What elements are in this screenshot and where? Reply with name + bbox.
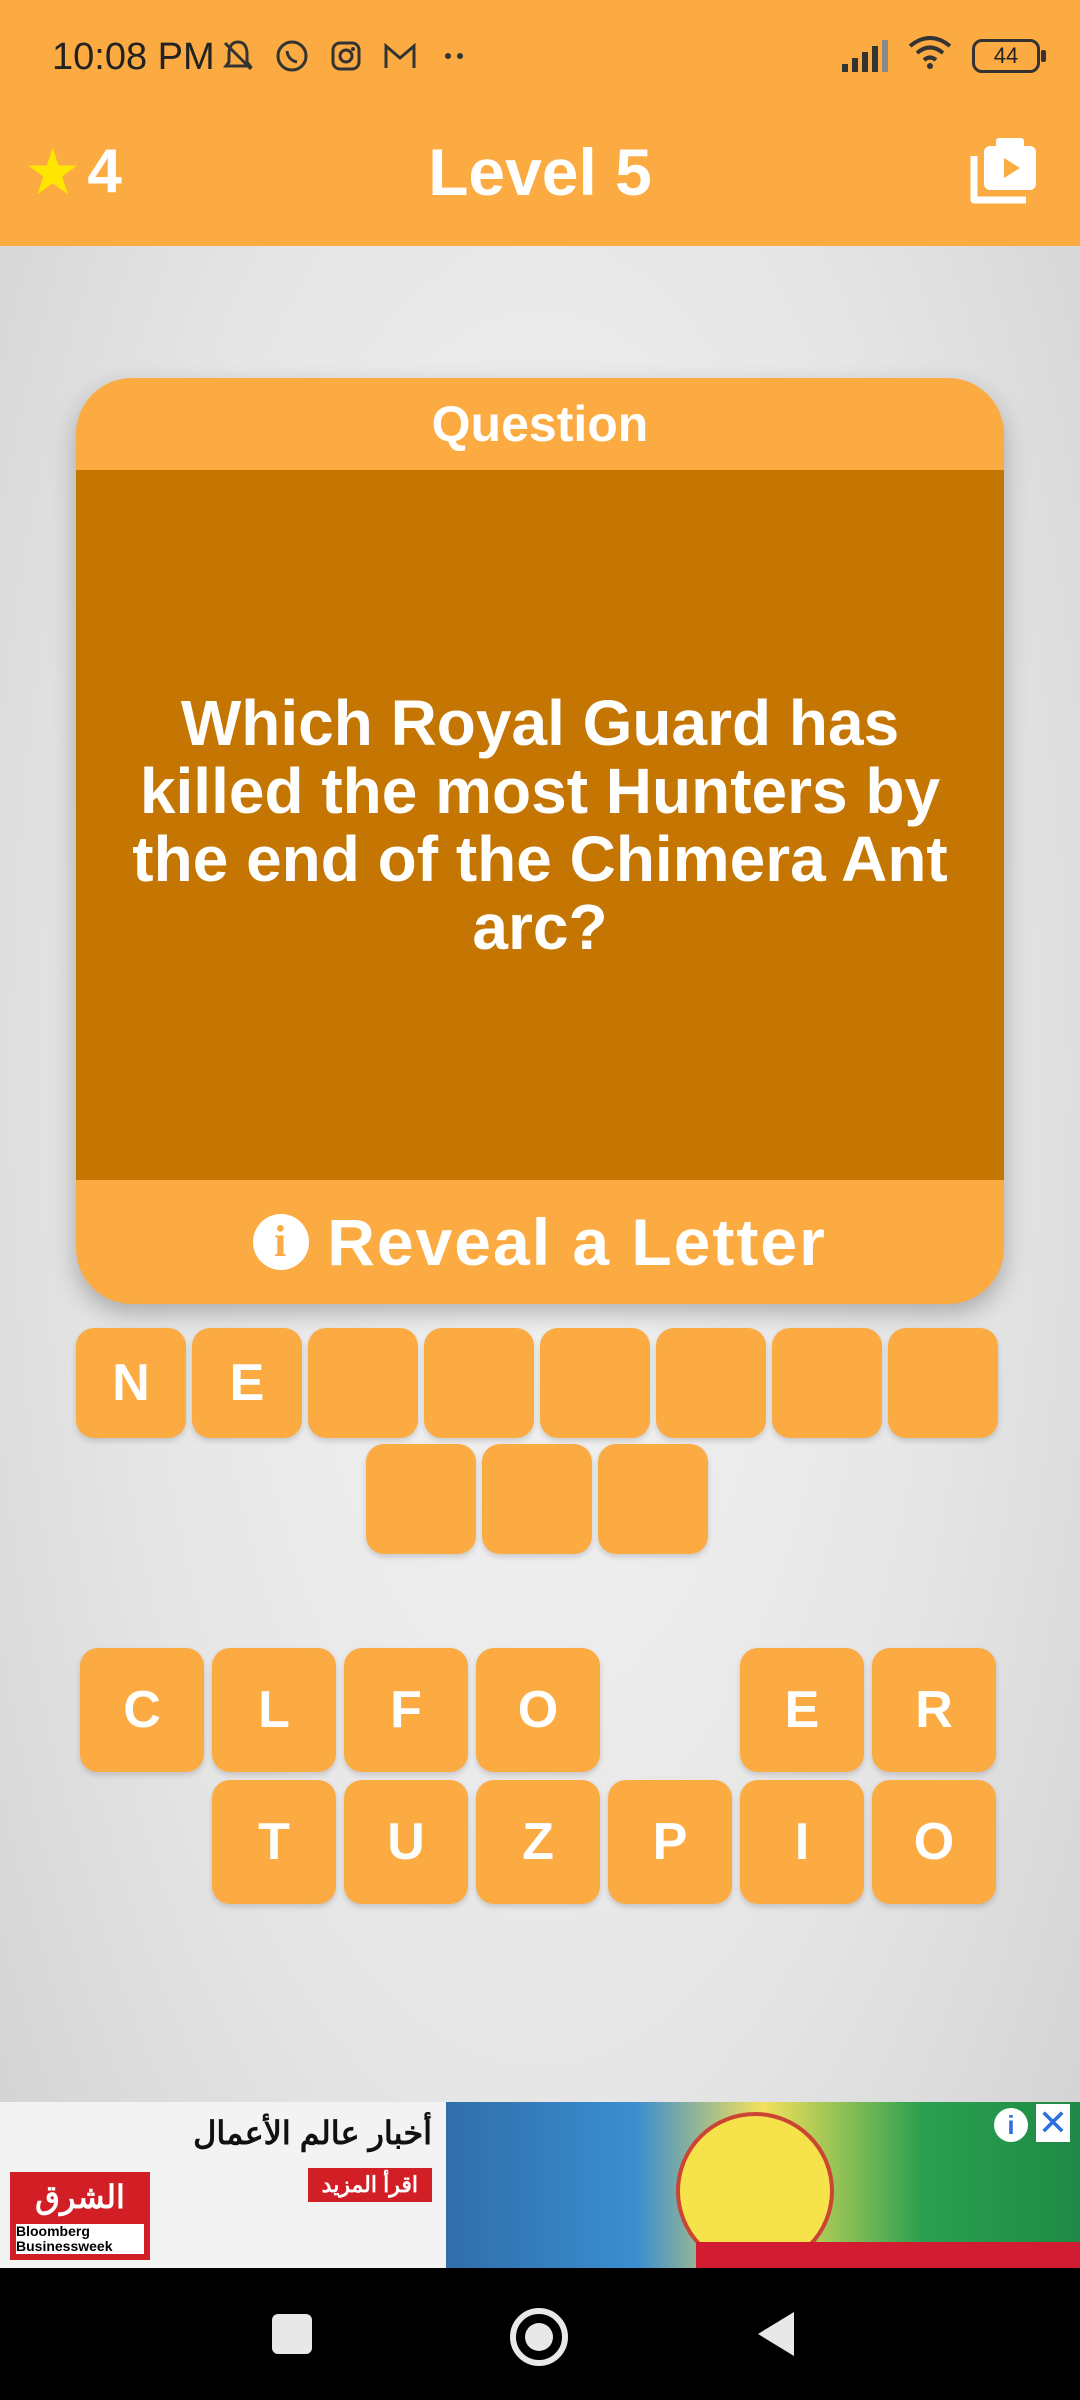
info-icon: i xyxy=(253,1214,310,1270)
answer-slot[interactable] xyxy=(540,1328,650,1438)
letter-key[interactable]: L xyxy=(212,1648,336,1772)
signal-icon xyxy=(842,39,888,72)
home-button[interactable] xyxy=(510,2308,568,2366)
recents-button[interactable] xyxy=(272,2314,312,2354)
letter-key[interactable]: R xyxy=(872,1648,996,1772)
letter-key[interactable]: F xyxy=(344,1648,468,1772)
letter-key[interactable]: P xyxy=(608,1780,732,1904)
ad-logo-sub: Bloomberg Businessweek xyxy=(16,2224,144,2254)
ad-logo-text: الشرق xyxy=(35,2179,125,2215)
answer-slot[interactable] xyxy=(888,1328,998,1438)
reveal-letter-button[interactable]: i Reveal a Letter xyxy=(76,1180,1004,1304)
share-video-button[interactable] xyxy=(960,130,1040,210)
answer-slot[interactable]: E xyxy=(192,1328,302,1438)
ad-info-icon[interactable]: i xyxy=(994,2108,1028,2142)
letter-key[interactable]: T xyxy=(212,1780,336,1904)
letter-key[interactable]: C xyxy=(80,1648,204,1772)
top-bar: 10:08 PM 44 ★ 4 Level 5 xyxy=(0,0,1080,246)
ad-cta-button[interactable]: اقرأ المزيد xyxy=(307,2168,432,2202)
letter-key[interactable]: Z xyxy=(476,1780,600,1904)
question-text: Which Royal Guard has killed the most Hu… xyxy=(132,687,948,963)
back-button[interactable] xyxy=(758,2312,794,2356)
notification-icons xyxy=(220,38,472,74)
letter-key[interactable]: U xyxy=(344,1780,468,1904)
card-header: Question xyxy=(431,396,649,452)
answer-slot[interactable] xyxy=(656,1328,766,1438)
answer-slot[interactable] xyxy=(424,1328,534,1438)
letter-key[interactable]: E xyxy=(740,1648,864,1772)
whatsapp-icon xyxy=(274,38,310,74)
system-nav-bar xyxy=(0,2268,1080,2400)
answer-slot[interactable] xyxy=(482,1444,592,1554)
question-body: Which Royal Guard has killed the most Hu… xyxy=(76,470,1004,1180)
ad-logo: الشرق Bloomberg Businessweek xyxy=(10,2172,150,2260)
answer-slot[interactable] xyxy=(598,1444,708,1554)
video-share-icon xyxy=(970,138,1036,204)
mute-icon xyxy=(220,38,256,74)
level-title: Level 5 xyxy=(428,135,652,209)
more-dots-icon xyxy=(436,38,472,74)
answer-slot[interactable] xyxy=(772,1328,882,1438)
gmail-icon xyxy=(382,38,418,74)
instagram-icon xyxy=(328,38,364,74)
question-card: Question Which Royal Guard has killed th… xyxy=(76,378,1004,1304)
wifi-icon xyxy=(908,36,952,75)
reveal-letter-label: Reveal a Letter xyxy=(327,1205,827,1279)
letter-key[interactable]: O xyxy=(476,1648,600,1772)
status-bar: 10:08 PM 44 xyxy=(0,0,1080,120)
ad-close-icon[interactable]: ✕ xyxy=(1036,2104,1070,2142)
ad-red-strip xyxy=(696,2242,1080,2268)
status-time: 10:08 PM xyxy=(52,36,215,78)
answer-slot[interactable]: N xyxy=(76,1328,186,1438)
system-status-icons: 44 xyxy=(842,36,1046,75)
ad-headline: أخبار عالم الأعمال xyxy=(193,2115,432,2151)
ad-image[interactable] xyxy=(446,2102,1080,2268)
letter-key[interactable]: O xyxy=(872,1780,996,1904)
letter-key[interactable]: I xyxy=(740,1780,864,1904)
answer-slot[interactable] xyxy=(308,1328,418,1438)
ad-text-panel: أخبار عالم الأعمال اقرأ المزيد الشرق Blo… xyxy=(0,2102,446,2268)
answer-slot[interactable] xyxy=(366,1444,476,1554)
ad-banner[interactable]: أخبار عالم الأعمال اقرأ المزيد الشرق Blo… xyxy=(0,2102,1080,2268)
battery-icon: 44 xyxy=(972,38,1046,73)
